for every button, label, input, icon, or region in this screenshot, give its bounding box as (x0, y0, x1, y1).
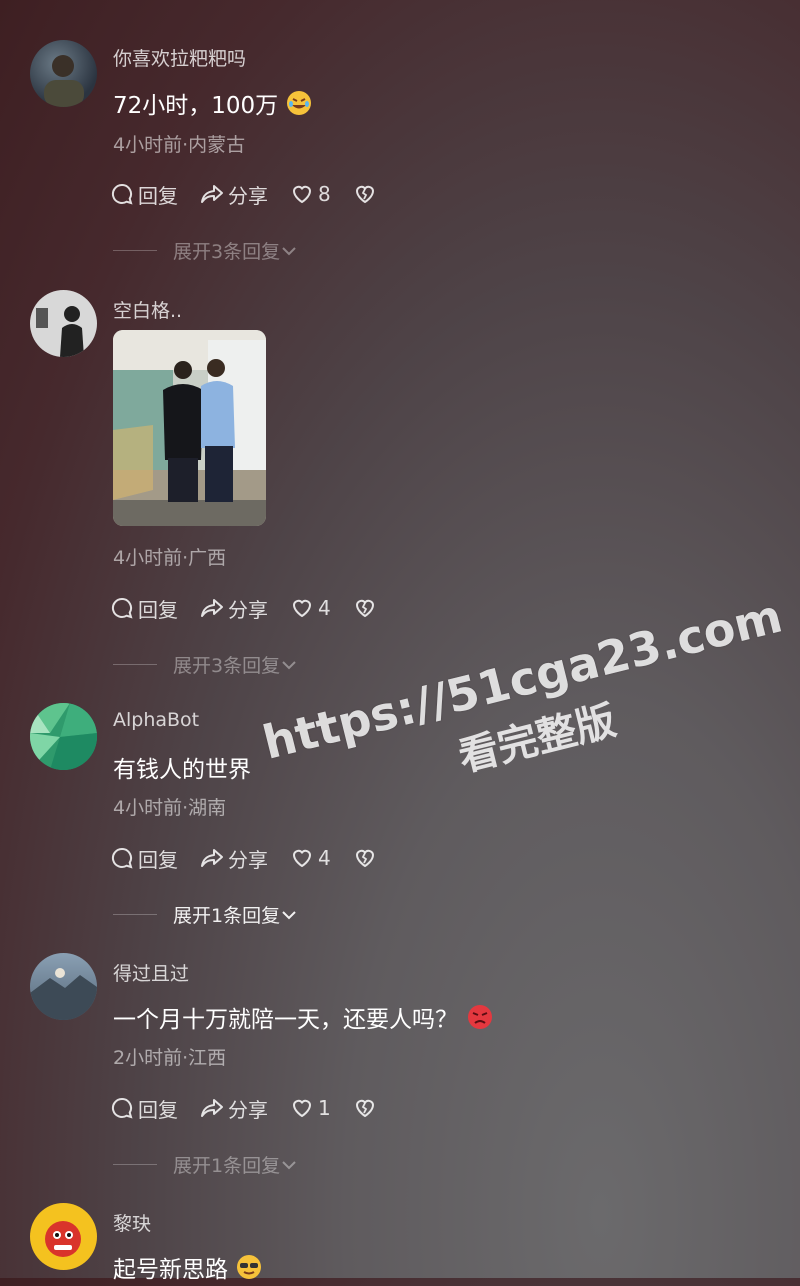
share-arrow-icon (201, 1099, 223, 1117)
divider (113, 250, 157, 251)
share-button[interactable]: 分享 (200, 180, 268, 209)
expand-replies-button[interactable]: 展开3条回复 (113, 237, 298, 264)
avatar[interactable] (30, 290, 97, 357)
expand-replies-button[interactable]: 展开3条回复 (113, 651, 298, 678)
comment-text: 有钱人的世界 (113, 750, 251, 784)
comment-actions: 回复 分享 8 (110, 179, 399, 209)
comment-meta: 4小时前·内蒙古 (113, 134, 246, 156)
dislike-button[interactable] (353, 1096, 377, 1120)
share-button[interactable]: 分享 (200, 594, 268, 623)
comment-text: 起号新思路 (113, 1250, 262, 1284)
chevron-down-icon (282, 910, 296, 919)
expand-replies-label: 展开3条回复 (173, 655, 281, 677)
like-button[interactable]: 4 (290, 596, 331, 620)
comment-meta: 4小时前·湖南 (113, 797, 227, 819)
reply-button[interactable]: 回复 (110, 844, 178, 873)
avatar[interactable] (30, 953, 97, 1020)
reply-bubble-icon (111, 847, 133, 869)
divider (113, 914, 157, 915)
expand-replies-label: 展开1条回复 (173, 1155, 281, 1177)
like-button[interactable]: 8 (290, 182, 331, 206)
comment-author[interactable]: 得过且过 (113, 959, 189, 986)
broken-heart-icon (355, 599, 374, 618)
reply-bubble-icon (111, 183, 133, 205)
share-arrow-icon (201, 185, 223, 203)
comment-text-content: 起号新思路 (113, 1257, 228, 1283)
expand-replies-label: 展开1条回复 (173, 905, 281, 927)
expand-replies-label: 展开3条回复 (173, 241, 281, 263)
reply-bubble-icon (111, 597, 133, 619)
watermark-caption: 看完整版 (454, 697, 621, 781)
heart-icon (292, 1099, 312, 1118)
heart-icon (292, 599, 312, 618)
like-count: 4 (318, 596, 331, 620)
comment-image[interactable] (113, 330, 266, 526)
dislike-button[interactable] (353, 182, 377, 206)
comment-text: 一个月十万就陪一天，还要人吗？ (113, 1000, 492, 1034)
divider (113, 664, 157, 665)
broken-heart-icon (355, 185, 374, 204)
comment-actions: 回复 分享 4 (110, 843, 399, 873)
reply-label: 回复 (138, 1097, 178, 1122)
angry-face-emoji (466, 1004, 492, 1030)
expand-replies-button[interactable]: 展开1条回复 (113, 901, 298, 928)
chevron-down-icon (282, 246, 296, 255)
expand-replies-button[interactable]: 展开1条回复 (113, 1151, 298, 1178)
comment-meta: 4小时前·广西 (113, 547, 227, 569)
share-label: 分享 (228, 1097, 268, 1122)
chevron-down-icon (282, 660, 296, 669)
comment-meta: 2小时前·江西 (113, 1047, 227, 1069)
dislike-button[interactable] (353, 596, 377, 620)
share-arrow-icon (201, 849, 223, 867)
reply-button[interactable]: 回复 (110, 594, 178, 623)
reply-button[interactable]: 回复 (110, 180, 178, 209)
share-label: 分享 (228, 847, 268, 872)
dislike-button[interactable] (353, 846, 377, 870)
reply-button[interactable]: 回复 (110, 1094, 178, 1123)
comment-text: 72小时，100万 (113, 86, 312, 120)
comment-actions: 回复 分享 4 (110, 593, 399, 623)
avatar[interactable] (30, 703, 97, 770)
broken-heart-icon (355, 1099, 374, 1118)
like-count: 4 (318, 846, 331, 870)
share-label: 分享 (228, 597, 268, 622)
sunglasses-face-emoji (236, 1254, 262, 1280)
avatar[interactable] (30, 40, 97, 107)
avatar[interactable] (30, 1203, 97, 1270)
chevron-down-icon (282, 1160, 296, 1169)
heart-icon (292, 849, 312, 868)
share-label: 分享 (228, 183, 268, 208)
share-button[interactable]: 分享 (200, 844, 268, 873)
comment-actions: 回复 分享 1 (110, 1093, 399, 1123)
broken-heart-icon (355, 849, 374, 868)
reply-label: 回复 (138, 183, 178, 208)
like-count: 1 (318, 1096, 331, 1120)
reply-bubble-icon (111, 1097, 133, 1119)
comment-text-content: 有钱人的世界 (113, 757, 251, 783)
comment-author[interactable]: 你喜欢拉粑粑吗 (113, 44, 246, 71)
like-button[interactable]: 1 (290, 1096, 331, 1120)
like-count: 8 (318, 182, 331, 206)
comment-author[interactable]: AlphaBot (113, 709, 199, 731)
comment-author[interactable]: 空白格.. (113, 296, 182, 323)
heart-icon (292, 185, 312, 204)
share-arrow-icon (201, 599, 223, 617)
comment-text-content: 72小时，100万 (113, 93, 279, 119)
reply-label: 回复 (138, 847, 178, 872)
comment-author[interactable]: 黎玦 (113, 1209, 151, 1236)
reply-label: 回复 (138, 597, 178, 622)
comment-text-content: 一个月十万就陪一天，还要人吗？ (113, 1007, 458, 1033)
divider (113, 1164, 157, 1165)
laughing-tears-emoji (286, 90, 312, 116)
like-button[interactable]: 4 (290, 846, 331, 870)
share-button[interactable]: 分享 (200, 1094, 268, 1123)
